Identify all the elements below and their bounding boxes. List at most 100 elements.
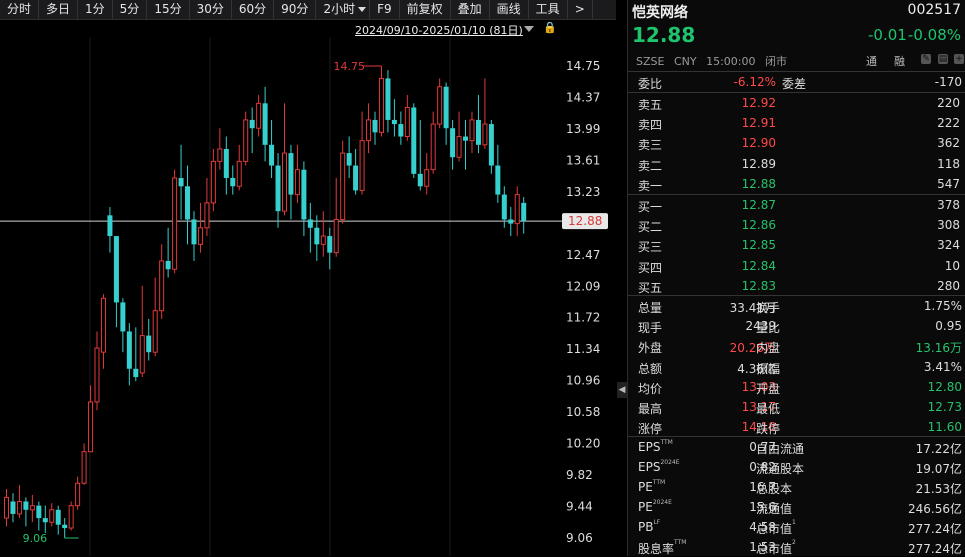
asks-row: 卖一 12.88 547 [628,174,965,194]
stat-value: 13.16万 [915,341,962,356]
candle [514,186,520,237]
fund-value: 19.07亿 [915,462,962,476]
rong-badge: 融 [894,55,905,68]
stat-label: 换手 [756,301,781,315]
stat-label: 最高 [638,402,663,416]
candle [521,197,527,234]
add-icon[interactable]: + [954,54,964,64]
stat-value: 0.95 [935,319,962,334]
tong-badge: 通 [866,55,877,68]
candle [243,111,249,166]
y-tick-label: 13.23 [566,185,600,199]
toolbar-item[interactable]: 2小时 [316,0,371,19]
toolbar-item[interactable]: 15分 [147,0,190,19]
candle [256,95,262,137]
price-change: -0.01 [868,26,907,44]
chart-icon[interactable]: ▤ [938,54,948,64]
bids-price: 12.84 [741,258,776,273]
bids-row: 买二 12.86 308 [628,215,965,235]
toolbar-item[interactable]: 叠加 [451,0,490,19]
candle [469,111,475,154]
toolbar-item[interactable]: 60分 [232,0,275,19]
candle [262,86,268,162]
candle [120,298,126,353]
fund-value: 246.56亿 [908,502,962,516]
fund-label: 股息率TTM [638,539,687,557]
candle [294,144,300,203]
y-tick-label: 9.44 [566,499,593,513]
toolbar-item[interactable]: 1分 [78,0,113,19]
toolbar-item[interactable]: > [568,0,593,19]
candle [288,144,294,220]
candle [327,227,333,270]
date-range-label[interactable]: 2024/09/10-2025/01/10 (81日) [355,22,523,38]
candle [4,489,9,527]
candle [68,501,74,531]
edit-icon[interactable]: ✎ [921,54,931,64]
kline-svg[interactable]: 14.7514.3713.9913.6113.2312.8512.4712.09… [0,20,616,556]
candle [178,144,184,220]
asks-price: 12.89 [741,156,776,171]
bids-qty: 324 [937,238,960,253]
fundamental-row: EPS2024E 0.82 流通股本 19.07亿 [628,457,965,477]
candle [94,331,100,411]
toolbar-item[interactable]: 30分 [190,0,232,19]
toolbar-item[interactable]: 画线 [490,0,529,19]
fund-label: 总股本 [756,482,793,496]
candle [29,494,35,523]
toolbar-item[interactable]: 分时 [0,0,40,19]
bids-price: 12.87 [741,198,776,212]
fund-label: 流通股本 [756,462,805,476]
candle [36,501,42,531]
y-tick-label: 10.58 [566,405,600,419]
candle [275,153,281,228]
bids-qty: 280 [937,278,960,293]
y-tick-label: 11.72 [566,310,600,324]
candle [430,111,436,174]
asks-price: 12.88 [741,176,776,191]
asks-price: 12.90 [741,136,776,151]
toolbar-item[interactable]: 前复权 [400,0,451,19]
bids-qty: 378 [937,198,960,212]
weicha-label: 委差 [782,77,807,91]
candle [230,165,236,195]
bids-price: 12.86 [741,218,776,233]
candle [353,148,359,195]
toolbar-item[interactable]: 工具 [529,0,568,19]
candle [391,99,397,137]
candle [366,103,372,154]
toolbar-item[interactable]: F9 [370,0,400,19]
stat-row: 最高 13.17 最低 12.73 [628,397,965,417]
bids-row: 买四 12.84 10 [628,256,965,276]
asks-row: 卖三 12.90 362 [628,133,965,153]
candle [133,327,139,382]
asks-row: 卖四 12.91 222 [628,113,965,133]
kline-chart[interactable]: 14.7514.3713.9913.6113.2312.8512.4712.09… [0,20,616,556]
stock-name: 恺英网络 [632,5,688,21]
asks-qty: 362 [937,136,960,151]
stat-row: 均价 13.03 开盘 12.80 [628,377,965,397]
toolbar-item[interactable]: 90分 [274,0,317,19]
toolbar-item[interactable]: 5分 [113,0,148,19]
fund-label: PBLF [638,519,661,535]
candle [75,476,81,510]
asks-row: 卖二 12.89 118 [628,154,965,174]
lock-icon[interactable]: 🔒 [543,21,557,34]
bids-row: 买五 12.83 280 [628,276,965,296]
candle [359,111,365,195]
toolbar-item[interactable]: 多日 [39,0,79,19]
collapse-panel-button[interactable]: ◀ [617,382,627,398]
fund-value: 277.24亿 [908,542,962,556]
last-price: 12.88 [632,23,696,47]
stat-label: 总量 [638,301,663,315]
weibi-row: 委比 -6.12% 委差 -170 [628,72,965,92]
asks-qty: 547 [937,176,960,191]
fundamental-row: PETTM 16.7 总股本 21.53亿 [628,477,965,497]
stat-label: 外盘 [638,341,663,356]
high-marker-label: 14.75 [333,60,365,73]
quote-time: 15:00:00 [706,55,756,68]
candle [301,161,307,237]
range-dropdown-icon[interactable] [524,26,534,32]
candle [62,518,68,538]
y-tick-label: 12.47 [566,248,600,262]
